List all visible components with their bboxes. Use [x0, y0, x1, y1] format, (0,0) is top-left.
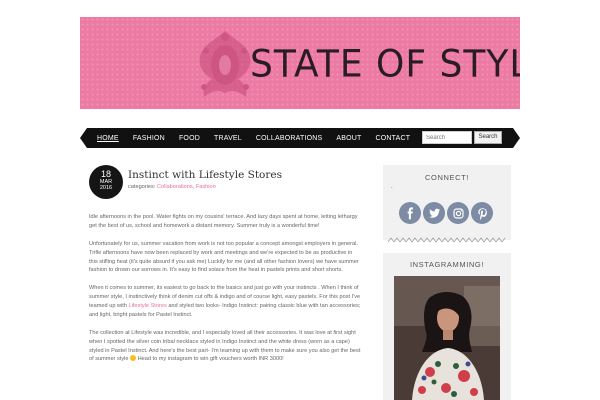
instagram-photo-image	[394, 276, 500, 400]
twitter-icon[interactable]	[423, 202, 445, 224]
connect-title: CONNECT!	[425, 173, 469, 182]
post-date-year: 2016	[99, 185, 113, 191]
nav-item-collaborations[interactable]: COLLABORATIONS	[256, 135, 322, 142]
post-paragraph: When it comes to summer, its easiest to …	[89, 285, 361, 318]
nav-item-home[interactable]: HOME	[97, 135, 119, 142]
category-link-collaborations[interactable]: Collaborations	[157, 184, 193, 190]
instagram-icon[interactable]	[447, 202, 469, 224]
instagram-photo[interactable]	[394, 276, 500, 400]
post-categories: categories: Collaborations, Fashion	[128, 184, 216, 190]
post-content: Idle afternoons in the pool. Water fight…	[89, 213, 362, 373]
post-title[interactable]: Instinct with Lifestyle Stores	[128, 169, 282, 181]
connect-widget: CONNECT! .	[383, 165, 511, 240]
zigzag-divider	[388, 237, 506, 243]
post-paragraph: Unfortunately for us, summer vacation fr…	[89, 240, 359, 274]
post-date-badge: 18 MAR 2016	[89, 165, 123, 199]
site-title[interactable]: STATE OF STYLE	[250, 43, 520, 86]
damask-ornament-icon	[199, 31, 251, 97]
wink-emoji-icon	[130, 355, 137, 362]
instagram-title: INSTAGRAMMING!	[409, 260, 485, 269]
pinterest-icon[interactable]	[471, 202, 493, 224]
connect-dot: .	[391, 184, 393, 190]
post-date-day: 18	[100, 169, 111, 179]
nav-item-about[interactable]: ABOUT	[336, 135, 361, 142]
search-input[interactable]	[422, 131, 472, 144]
categories-label: categories:	[128, 184, 156, 190]
nav-item-fashion[interactable]: FASHION	[133, 135, 165, 142]
post-paragraph: The collection at Lifestyle was incredib…	[89, 329, 361, 363]
post-paragraph: Idle afternoons in the pool. Water fight…	[89, 214, 358, 229]
nav-item-contact[interactable]: CONTACT	[376, 135, 411, 142]
search-button[interactable]: Search	[474, 131, 502, 144]
nav-item-travel[interactable]: TRAVEL	[214, 135, 242, 142]
instagram-widget: INSTAGRAMMING!	[383, 253, 511, 400]
lifestyle-stores-link[interactable]: Lifestyle Stores	[129, 303, 167, 309]
header-banner[interactable]: STATE OF STYLE	[80, 17, 520, 109]
category-link-fashion[interactable]: Fashion	[196, 184, 216, 190]
facebook-icon[interactable]	[399, 202, 421, 224]
main-navigation: HOME FASHION FOOD TRAVEL COLLABORATIONS …	[80, 128, 520, 148]
nav-item-food[interactable]: FOOD	[179, 135, 200, 142]
